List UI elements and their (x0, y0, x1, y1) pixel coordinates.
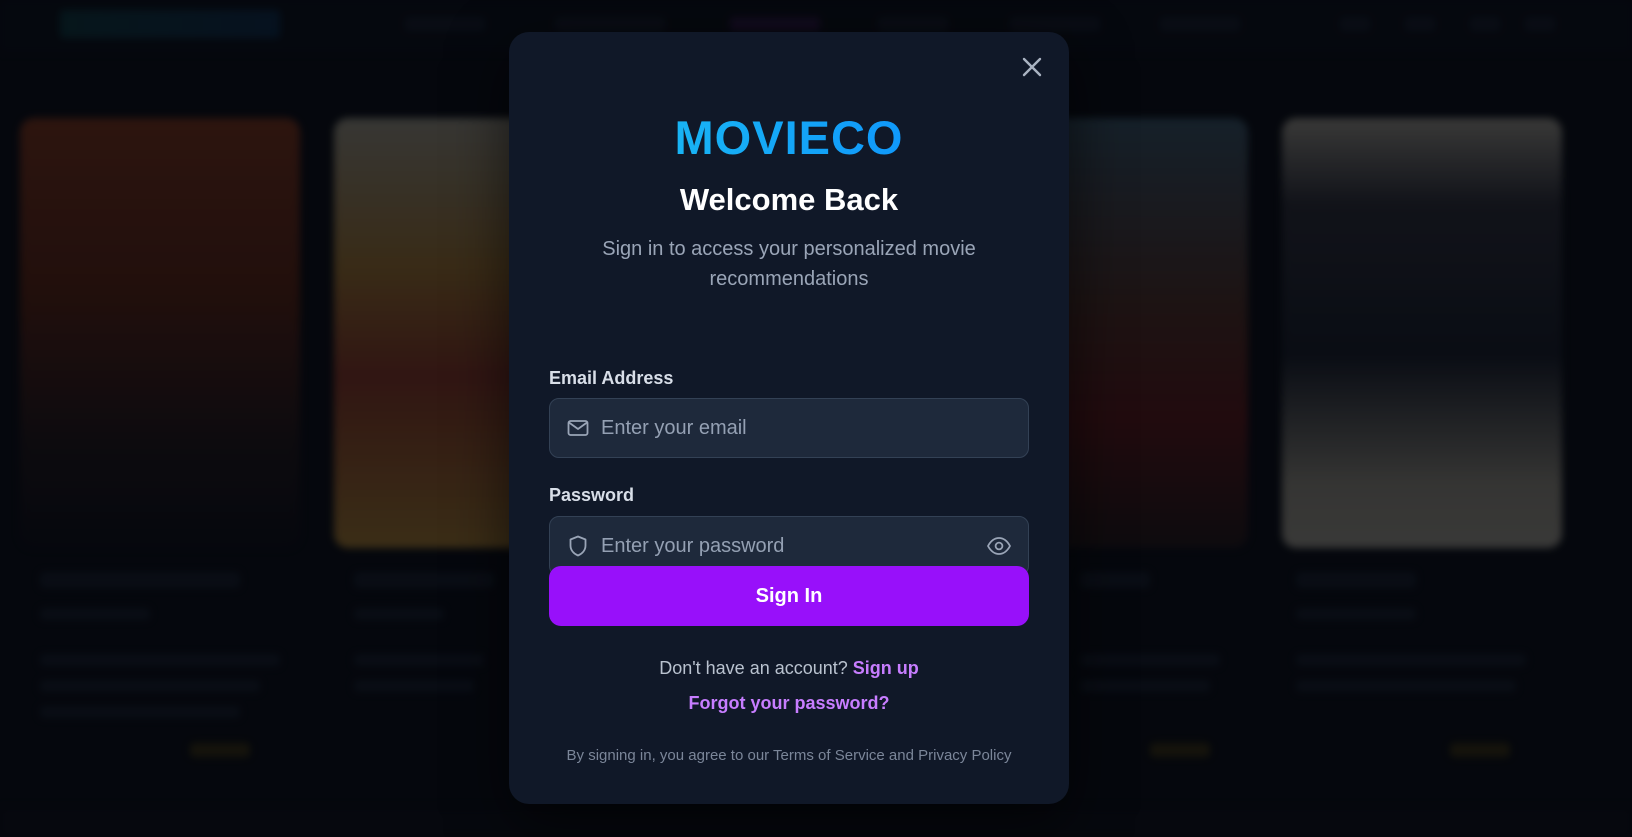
modal-title: Welcome Back (679, 182, 899, 217)
forgot-password-link[interactable]: Forgot your password? (688, 693, 889, 713)
signin-button[interactable]: Sign In (549, 566, 1029, 626)
close-icon (1022, 57, 1042, 77)
page: MOVIECO Welcome Back Sign in to access y… (0, 0, 1632, 837)
signup-prompt: Don't have an account? (659, 658, 853, 678)
modal-subtitle: Sign in to access your personalized movi… (602, 238, 976, 290)
shield-icon (565, 533, 591, 559)
signup-row: Don't have an account? Sign up (509, 656, 1069, 680)
email-label: Email Address (549, 368, 674, 388)
terms-notice: By signing in, you agree to our Terms of… (566, 747, 1012, 764)
signup-link[interactable]: Sign up (853, 658, 919, 678)
mail-icon (565, 415, 591, 441)
brand-logo: MOVIECO (509, 106, 1069, 170)
forgot-row: Forgot your password? (509, 691, 1069, 715)
signin-modal: MOVIECO Welcome Back Sign in to access y… (509, 32, 1069, 804)
password-label: Password (549, 485, 635, 505)
email-field[interactable] (549, 398, 1029, 458)
eye-icon (987, 537, 1011, 555)
close-button[interactable] (1017, 52, 1047, 82)
toggle-password-visibility-button[interactable] (984, 531, 1014, 561)
email-input[interactable] (591, 399, 1028, 457)
